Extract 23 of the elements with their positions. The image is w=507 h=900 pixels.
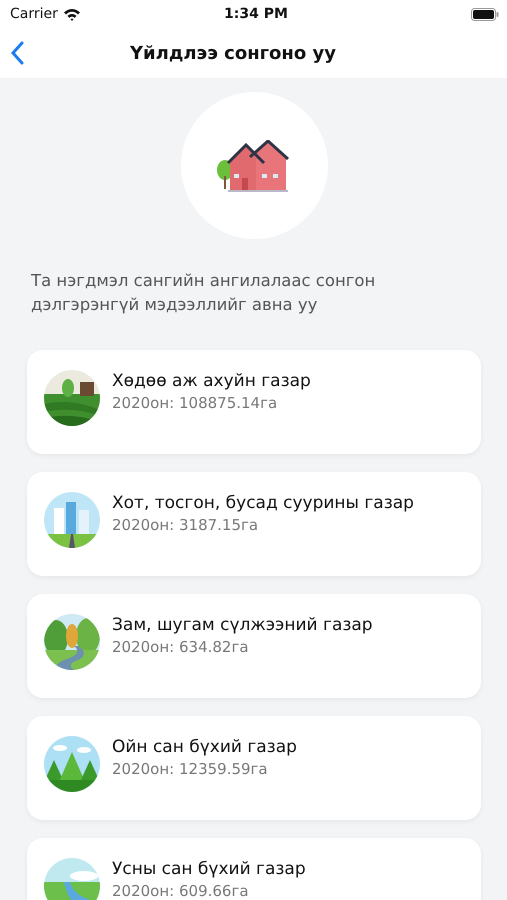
category-title: Усны сан бүхий газар [112,858,306,880]
battery-icon [471,8,499,20]
category-card[interactable]: Зам, шугам сүлжээний газар 2020он: 634.82га [27,594,481,698]
category-card[interactable]: Усны сан бүхий газар 2020он: 609.66га [27,838,481,900]
intro-text: Та нэгдмэл сангийн ангилалаас сонгон дэлгэрэнгүй мэдээллийг авна уу [31,270,376,316]
category-card[interactable]: Хөдөө аж ахуйн газар 2020он: 108875.14га [27,350,481,454]
category-title: Ойн сан бүхий газар [112,736,297,758]
status-time: 1:34 PM [223,6,289,22]
river-icon [44,858,100,900]
carrier-label: Carrier [10,6,58,22]
category-card[interactable]: Ойн сан бүхий газар 2020он: 12359.59га [27,716,481,820]
category-area: 2020он: 108875.14га [112,392,311,414]
category-title: Хөдөө аж ахуйн газар [112,370,311,392]
wifi-icon [62,8,81,20]
category-area: 2020он: 3187.15га [112,514,414,536]
page-title: Үйлдлээ сонгоно уу [130,42,336,64]
category-area: 2020он: 609.66га [112,880,306,900]
category-title: Хот, тосгон, бусад суурины газар [112,492,414,514]
house-icon [216,140,292,192]
category-card[interactable]: Хот, тосгон, бусад суурины газар 2020он: 3187.15га [27,472,481,576]
category-area: 2020он: 12359.59га [112,758,297,780]
category-area: 2020он: 634.82га [112,636,373,658]
category-title: Зам, шугам сүлжээний газар [112,614,373,636]
